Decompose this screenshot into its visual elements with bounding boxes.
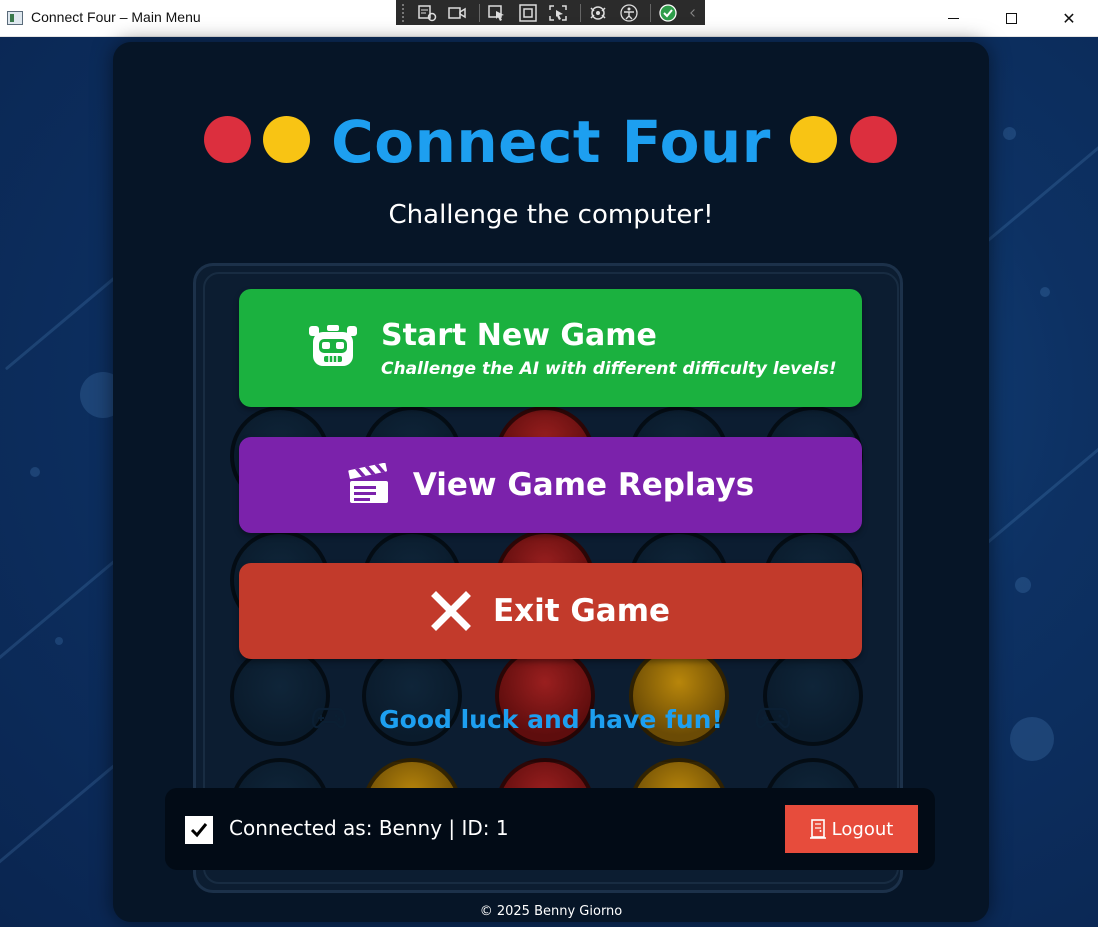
toolbar-separator — [580, 3, 582, 22]
display-layout-adorners-icon[interactable] — [515, 2, 541, 24]
connected-checkbox[interactable] — [185, 816, 213, 844]
connection-status-text: Connected as: Benny | ID: 1 — [229, 816, 509, 840]
gamepad-icon — [311, 706, 347, 734]
exit-button-label: Exit Game — [492, 593, 671, 629]
debug-toolbar — [396, 0, 705, 25]
logout-button[interactable]: Logout — [785, 805, 918, 853]
app-window-icon — [7, 11, 23, 25]
close-icon: ✕ — [1062, 9, 1076, 28]
view-game-replays-button[interactable]: View Game Replays — [239, 437, 862, 533]
main-menu-panel: Connect Four Challenge the computer! Sta… — [113, 42, 989, 922]
visual-tree-icon[interactable] — [414, 2, 440, 24]
x-icon — [430, 591, 471, 631]
start-new-game-button[interactable]: Start New Game Challenge the AI with dif… — [239, 289, 862, 407]
decorative-streak — [980, 129, 1098, 248]
logo-title: Connect Four — [331, 108, 771, 176]
robot-icon — [307, 322, 359, 374]
hot-reload-icon[interactable] — [585, 2, 611, 24]
decorative-bubble — [30, 467, 40, 477]
door-icon — [809, 819, 826, 839]
binding-failures-ok-icon[interactable] — [655, 2, 681, 24]
decorative-bubble — [1003, 127, 1016, 140]
start-button-text: Start New Game Challenge the AI with dif… — [381, 318, 837, 379]
status-bar: Connected as: Benny | ID: 1 Logout — [165, 788, 935, 870]
collapse-icon[interactable] — [686, 2, 700, 24]
decorative-bubble — [1015, 577, 1031, 593]
select-element-icon[interactable] — [484, 2, 510, 24]
start-button-label: Start New Game — [381, 317, 657, 353]
window-titlebar: Connect Four – Main Menu ✕ — [0, 0, 1098, 37]
decorative-bubble — [1040, 287, 1050, 297]
close-window-button[interactable]: ✕ — [1040, 0, 1098, 37]
record-icon[interactable] — [445, 2, 471, 24]
maximize-button[interactable] — [982, 0, 1040, 37]
toolbar-grip[interactable] — [402, 3, 406, 22]
tagline-text: Good luck and have fun! — [379, 705, 723, 734]
logout-label: Logout — [831, 818, 894, 840]
toolbar-separator — [650, 3, 652, 22]
gamepad-icon — [755, 706, 791, 734]
tagline: Good luck and have fun! — [113, 705, 989, 734]
copyright-text: © 2025 Benny Giorno — [479, 904, 623, 919]
checkmark-icon — [190, 823, 208, 838]
minimize-icon — [947, 18, 959, 19]
toolbar-separator — [479, 3, 481, 22]
window-controls: ✕ — [924, 0, 1098, 37]
exit-game-button[interactable]: Exit Game — [239, 563, 862, 659]
clapperboard-icon — [347, 463, 391, 507]
minimize-button[interactable] — [924, 0, 982, 37]
maximize-icon — [1005, 13, 1017, 24]
track-focus-icon[interactable] — [546, 2, 572, 24]
decorative-bubble — [55, 637, 63, 645]
start-button-sublabel: Challenge the AI with different difficul… — [381, 358, 837, 379]
accessibility-icon[interactable] — [616, 2, 642, 24]
window-title: Connect Four – Main Menu — [31, 9, 201, 25]
decorative-bubble — [1010, 717, 1054, 761]
page-subtitle: Challenge the computer! — [388, 200, 714, 230]
replays-button-label: View Game Replays — [412, 467, 755, 503]
